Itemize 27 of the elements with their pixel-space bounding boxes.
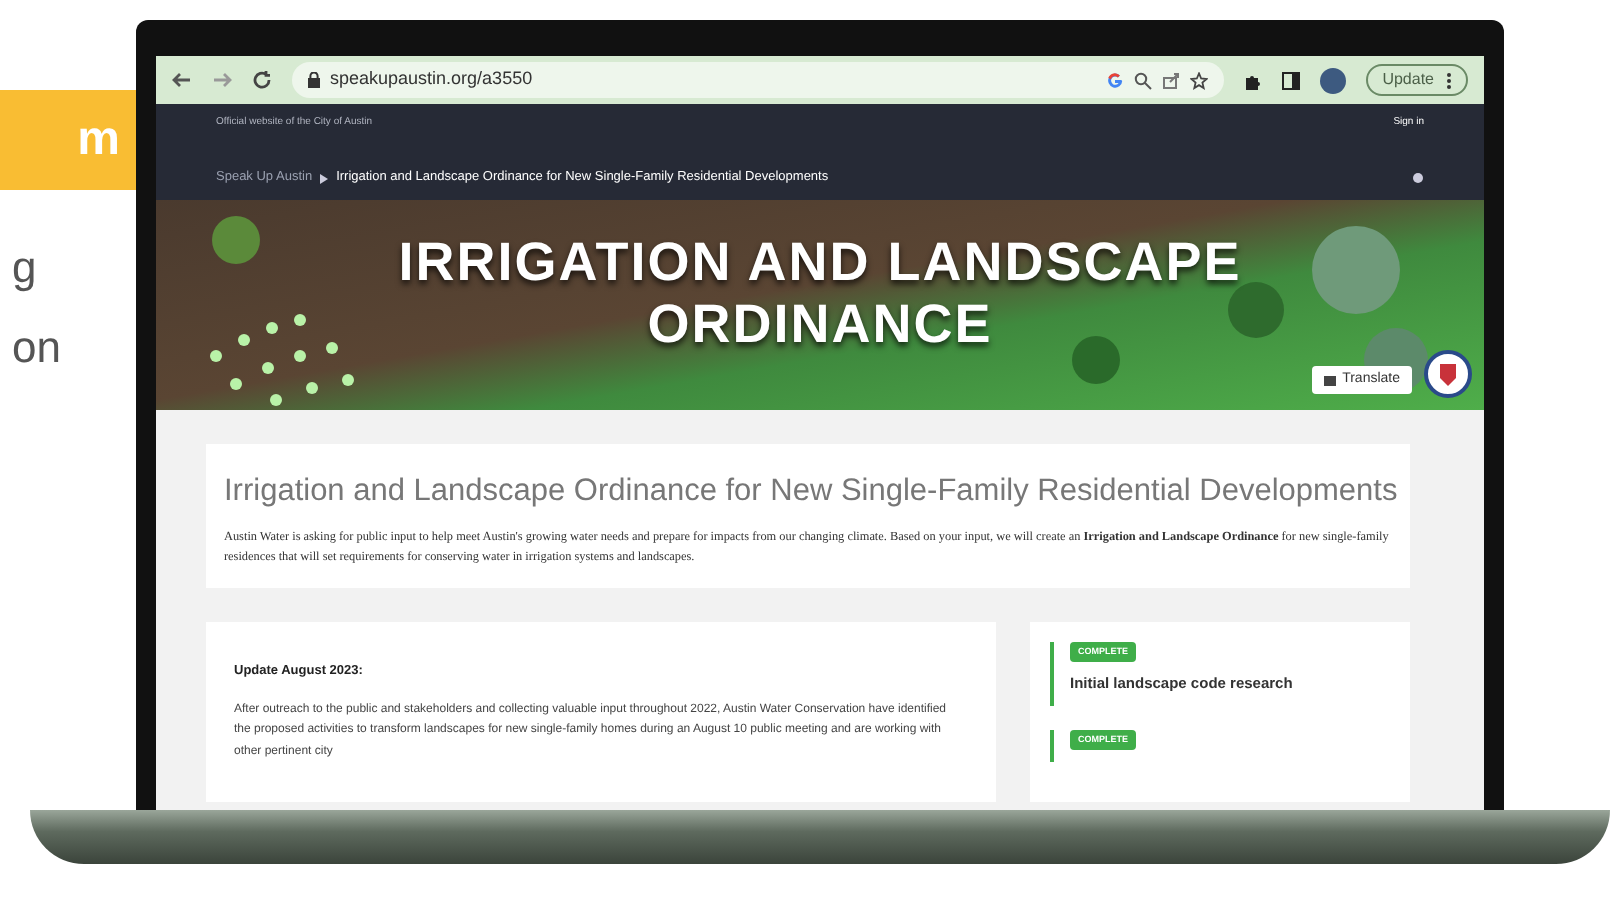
profile-avatar[interactable]: [1320, 67, 1347, 93]
shrub-drawing: [1072, 336, 1120, 384]
lock-icon: [308, 72, 320, 88]
shrub-drawing: [1312, 226, 1400, 314]
share-icon[interactable]: [1162, 71, 1181, 89]
puzzle-icon[interactable]: [1244, 71, 1263, 89]
shrub-drawing: [212, 216, 260, 264]
city-seal-icon: [1424, 350, 1472, 398]
reload-icon[interactable]: [252, 70, 272, 90]
shrub-drawing: [1228, 282, 1284, 338]
more-icon[interactable]: [1446, 71, 1452, 89]
translate-icon: [1324, 375, 1337, 385]
heading-fragment: g: [12, 240, 39, 296]
caret-icon: [320, 173, 329, 184]
hero-title: IRRIGATION AND LANDSCAPE ORDINANCE: [398, 232, 1242, 356]
address-bar[interactable]: speakupaustin.org/a3550: [292, 62, 1225, 98]
heading-badge: m: [0, 90, 136, 190]
dotted-path-drawing: [210, 314, 354, 406]
url-text: speakupaustin.org/a3550: [330, 66, 535, 93]
page-heading: Irrigation and Landscape Ordinance for New Single-Family Residential Developments: [224, 472, 1392, 512]
zoom-icon[interactable]: [1134, 71, 1153, 89]
sidebar-icon[interactable]: [1282, 71, 1301, 89]
star-icon[interactable]: [1190, 71, 1209, 89]
back-icon[interactable]: [172, 70, 192, 90]
google-icon[interactable]: [1106, 71, 1125, 89]
heading-fragment: on: [12, 320, 63, 376]
update-button[interactable]: Update: [1366, 64, 1468, 96]
